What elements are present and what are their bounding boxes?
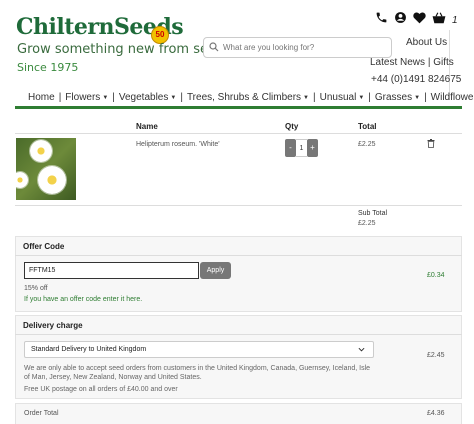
account-icon[interactable] bbox=[394, 11, 407, 29]
nav-item-grasses[interactable]: Grasses ▼ bbox=[372, 92, 423, 103]
product-name[interactable]: Helipterum roseum. 'White' bbox=[136, 141, 220, 148]
product-image[interactable] bbox=[16, 138, 76, 200]
caret-down-icon: ▼ bbox=[102, 94, 109, 101]
order-total-section bbox=[15, 403, 462, 424]
news-link[interactable]: Latest News bbox=[370, 57, 425, 68]
nav-item-home[interactable]: Home bbox=[25, 92, 58, 103]
chevron-down-icon bbox=[358, 347, 365, 352]
header-links-row: Latest News | Gifts bbox=[370, 57, 454, 68]
apply-button[interactable]: Apply bbox=[200, 262, 231, 279]
offer-help-text: If you have an offer code enter it here. bbox=[24, 296, 143, 303]
nav-label: Home bbox=[28, 92, 55, 103]
heart-icon[interactable] bbox=[413, 11, 426, 29]
delivery-selected: Standard Delivery to United Kingdom bbox=[31, 346, 147, 353]
nav-item-trees-shrubs-climbers[interactable]: Trees, Shrubs & Climbers ▼ bbox=[184, 92, 312, 103]
flower-shape bbox=[38, 166, 66, 194]
caret-down-icon: ▼ bbox=[358, 94, 365, 101]
section-divider bbox=[15, 334, 462, 335]
caret-down-icon: ▼ bbox=[170, 94, 177, 101]
flower-shape bbox=[16, 172, 28, 188]
offer-code-input[interactable] bbox=[24, 262, 199, 279]
phone-number[interactable]: +44 (0)1491 824675 bbox=[371, 74, 461, 85]
discount-value: £0.34 bbox=[427, 272, 445, 279]
nav-label: Grasses bbox=[374, 92, 413, 103]
nav-item-wildflowers[interactable]: Wildflowers▼ bbox=[428, 92, 474, 103]
table-divider bbox=[15, 133, 462, 134]
nav-underline bbox=[15, 106, 462, 109]
delivery-charge: £2.45 bbox=[427, 352, 445, 359]
offer-code-heading: Offer Code bbox=[23, 242, 65, 251]
qty-decrease-button[interactable]: - bbox=[285, 139, 296, 157]
search-icon[interactable] bbox=[209, 42, 219, 52]
basket-icon[interactable] bbox=[432, 11, 446, 29]
free-postage-note: Free UK postage on all orders of £40.00 … bbox=[24, 386, 178, 393]
column-header-total: Total bbox=[358, 122, 377, 131]
section-divider bbox=[15, 255, 462, 256]
delivery-select[interactable]: Standard Delivery to United Kingdom bbox=[24, 341, 374, 358]
subtotal-value: £2.25 bbox=[358, 220, 376, 227]
caret-down-icon: ▼ bbox=[414, 94, 421, 101]
nav-label: Flowers bbox=[65, 92, 101, 103]
flower-shape bbox=[30, 140, 52, 162]
trash-icon[interactable] bbox=[427, 139, 435, 148]
search-box[interactable] bbox=[203, 37, 392, 58]
nav-label: Wildflowers bbox=[430, 92, 474, 103]
nav-item-vegetables[interactable]: Vegetables ▼ bbox=[116, 92, 179, 103]
about-link[interactable]: About Us bbox=[406, 37, 447, 48]
nav-label: Unusual bbox=[319, 92, 357, 103]
column-header-name: Name bbox=[136, 122, 158, 131]
main-nav: Home | Flowers ▼ | Vegetables ▼ | Trees, S… bbox=[25, 92, 474, 103]
order-total-value: £4.36 bbox=[427, 410, 445, 417]
discount-percent: 15% off bbox=[24, 285, 48, 292]
header-icons: 1 bbox=[375, 11, 458, 29]
table-divider bbox=[15, 205, 462, 206]
since-text: Since 1975 bbox=[17, 61, 79, 74]
delivery-heading: Delivery charge bbox=[23, 321, 83, 330]
cart-count[interactable]: 1 bbox=[452, 15, 458, 26]
column-header-qty: Qty bbox=[285, 122, 299, 131]
line-total: £2.25 bbox=[358, 141, 376, 148]
gifts-link[interactable]: Gifts bbox=[433, 57, 454, 68]
nav-item-flowers[interactable]: Flowers ▼ bbox=[62, 92, 111, 103]
phone-icon[interactable] bbox=[375, 11, 388, 29]
order-total-label: Order Total bbox=[24, 410, 59, 417]
nav-label: Vegetables bbox=[118, 92, 169, 103]
nav-label: Trees, Shrubs & Climbers bbox=[186, 92, 302, 103]
tagline: Grow something new from seed bbox=[17, 42, 225, 57]
caret-down-icon: ▼ bbox=[303, 94, 309, 101]
search-input[interactable] bbox=[223, 40, 388, 55]
subtotal-label: Sub Total bbox=[358, 210, 388, 217]
qty-value[interactable]: 1 bbox=[296, 139, 307, 157]
qty-increase-button[interactable]: + bbox=[307, 139, 318, 157]
delivery-note: We are only able to accept seed orders f… bbox=[24, 365, 371, 381]
nav-item-unusual[interactable]: Unusual ▼ bbox=[317, 92, 368, 103]
